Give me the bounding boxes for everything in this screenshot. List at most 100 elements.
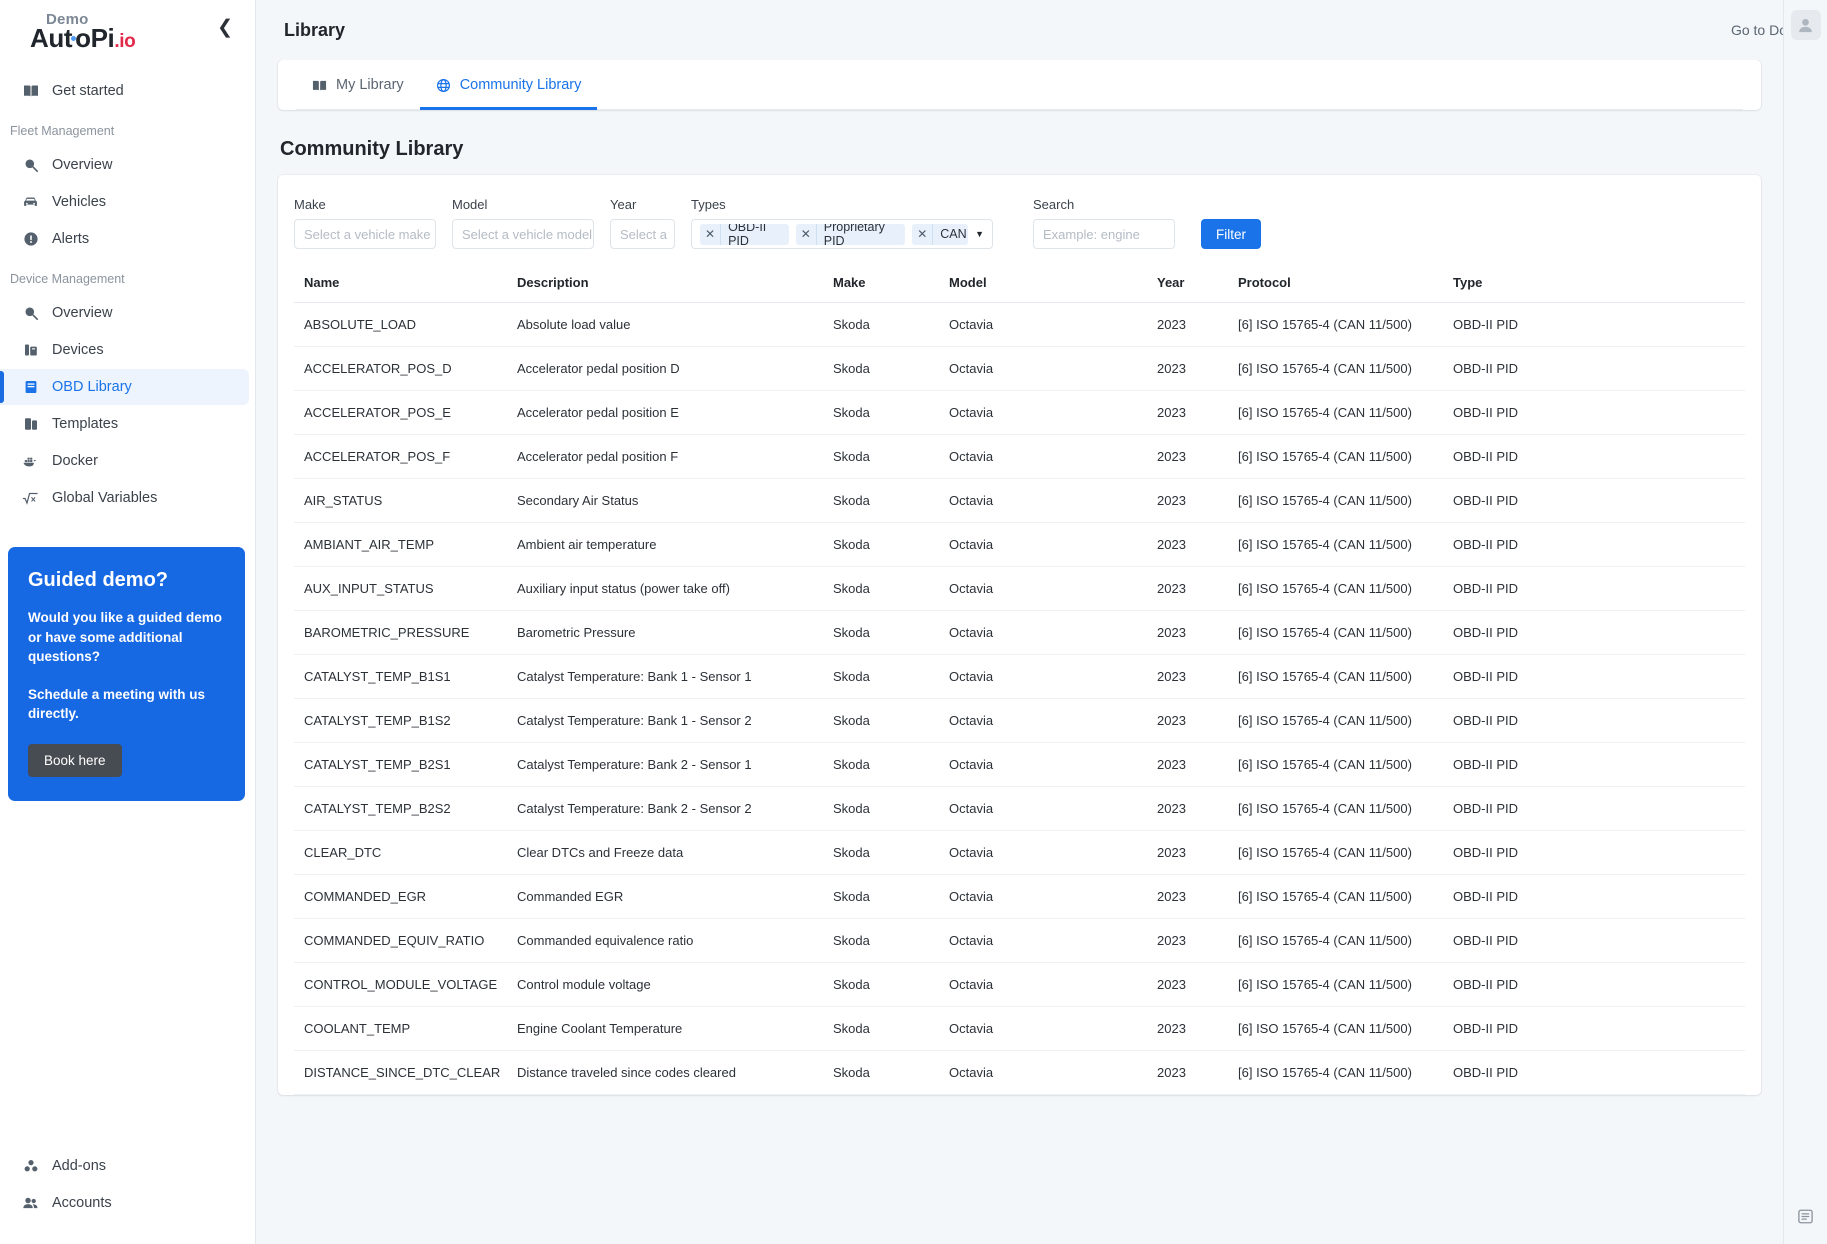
table-row[interactable]: AIR_STATUS Secondary Air Status Skoda Octav… xyxy=(294,478,1745,523)
table-row[interactable]: CATALYST_TEMP_B1S1 Catalyst Temperature: … xyxy=(294,654,1745,699)
type-tag[interactable]: ✕ OBD-II PID xyxy=(700,223,789,245)
cell-make: Skoda xyxy=(825,478,941,523)
cell-make: Skoda xyxy=(825,610,941,655)
close-icon[interactable]: ✕ xyxy=(700,223,722,245)
cell-description: Control module voltage xyxy=(509,962,825,1007)
tab-community-library[interactable]: Community Library xyxy=(419,60,598,110)
table-row[interactable]: CATALYST_TEMP_B2S2 Catalyst Temperature: … xyxy=(294,786,1745,831)
table-row[interactable]: CONTROL_MODULE_VOLTAGE Control module vol… xyxy=(294,962,1745,1007)
filter-bar: Make Select a vehicle make ▼ Model Selec… xyxy=(294,193,1745,265)
table-row[interactable]: ACCELERATOR_POS_F Accelerator pedal posit… xyxy=(294,434,1745,479)
cell-name: CATALYST_TEMP_B1S1 xyxy=(294,654,509,699)
book-here-button[interactable]: Book here xyxy=(28,743,122,777)
app-root: Demo Aut oPi.io ❮ Get started Fleet Manag… xyxy=(0,0,1827,1244)
sidebar-item-fleet-overview[interactable]: Overview xyxy=(0,147,249,183)
filter-button[interactable]: Filter xyxy=(1201,219,1261,249)
sidebar-item-accounts[interactable]: Accounts xyxy=(0,1185,249,1221)
device-icon xyxy=(22,342,39,359)
make-field: Make Select a vehicle make ▼ xyxy=(294,197,436,249)
cell-make: Skoda xyxy=(825,874,941,919)
cell-model: Octavia xyxy=(941,874,1149,919)
cell-name: CATALYST_TEMP_B1S2 xyxy=(294,698,509,743)
cell-model: Octavia xyxy=(941,610,1149,655)
cell-year: 2023 xyxy=(1149,786,1230,831)
column-header-type[interactable]: Type xyxy=(1445,265,1745,303)
cell-description: Clear DTCs and Freeze data xyxy=(509,830,825,875)
brand-logo[interactable]: Demo Aut oPi.io xyxy=(30,12,136,51)
column-header-year[interactable]: Year xyxy=(1149,265,1230,303)
chevron-down-icon: ▼ xyxy=(592,229,593,239)
chevron-left-icon[interactable]: ❮ xyxy=(213,12,237,43)
column-header-model[interactable]: Model xyxy=(941,265,1149,303)
cell-name: COMMANDED_EGR xyxy=(294,874,509,919)
cell-type: OBD-II PID xyxy=(1445,698,1745,743)
cell-name: CLEAR_DTC xyxy=(294,830,509,875)
table-row[interactable]: COMMANDED_EQUIV_RATIO Commanded equivalen… xyxy=(294,918,1745,963)
sidebar-bottom-nav: Add-ons Accounts xyxy=(0,1147,255,1244)
year-field: Year Select a ▼ xyxy=(610,197,675,249)
model-label: Model xyxy=(452,197,488,212)
book-blue-icon xyxy=(22,379,39,396)
cell-protocol: [6] ISO 15765-4 (CAN 11/500) xyxy=(1230,566,1445,611)
table-row[interactable]: CLEAR_DTC Clear DTCs and Freeze data Skoda… xyxy=(294,830,1745,875)
close-icon[interactable]: ✕ xyxy=(796,223,817,245)
sidebar-item-docker[interactable]: Docker xyxy=(0,443,249,479)
table-row[interactable]: BAROMETRIC_PRESSURE Barometric Pressure Sk… xyxy=(294,610,1745,655)
table-row[interactable]: CATALYST_TEMP_B1S2 Catalyst Temperature: … xyxy=(294,698,1745,743)
sqrt-x-icon xyxy=(22,490,39,507)
cell-name: CONTROL_MODULE_VOLTAGE xyxy=(294,962,509,1007)
table-row[interactable]: DISTANCE_SINCE_DTC_CLEAR Distance travele… xyxy=(294,1050,1745,1095)
search-input[interactable]: Example: engine xyxy=(1033,219,1175,249)
cell-make: Skoda xyxy=(825,522,941,567)
year-select[interactable]: Select a ▼ xyxy=(610,219,675,249)
sidebar-item-templates[interactable]: Templates xyxy=(0,406,249,442)
sidebar-item-device-overview[interactable]: Overview xyxy=(0,295,249,331)
type-tag[interactable]: ✕ CAN xyxy=(912,223,969,245)
avatar[interactable] xyxy=(1790,10,1821,40)
cell-description: Accelerator pedal position D xyxy=(509,346,825,391)
table-row[interactable]: COMMANDED_EGR Commanded EGR Skoda Octavia 20… xyxy=(294,874,1745,919)
table-row[interactable]: AUX_INPUT_STATUS Auxiliary input status (… xyxy=(294,566,1745,611)
list-icon[interactable] xyxy=(1797,1208,1814,1230)
table-row[interactable]: ACCELERATOR_POS_D Accelerator pedal posit… xyxy=(294,346,1745,391)
cell-year: 2023 xyxy=(1149,1050,1230,1095)
table-row[interactable]: CATALYST_TEMP_B2S1 Catalyst Temperature: … xyxy=(294,742,1745,787)
close-icon[interactable]: ✕ xyxy=(912,223,934,245)
cell-make: Skoda xyxy=(825,742,941,787)
column-header-name[interactable]: Name xyxy=(294,265,509,303)
column-header-description[interactable]: Description xyxy=(509,265,825,303)
cell-model: Octavia xyxy=(941,830,1149,875)
main-area: Library Go to Docs My Library Community … xyxy=(256,0,1827,1244)
cell-make: Skoda xyxy=(825,1050,941,1095)
table-row[interactable]: ABSOLUTE_LOAD Absolute load value Skoda Oct… xyxy=(294,302,1745,347)
cell-make: Skoda xyxy=(825,918,941,963)
model-select[interactable]: Select a vehicle model ▼ xyxy=(452,219,594,249)
sidebar-item-add-ons[interactable]: Add-ons xyxy=(0,1148,249,1184)
cell-make: Skoda xyxy=(825,962,941,1007)
sidebar-item-label: Add-ons xyxy=(52,1158,107,1174)
table-row[interactable]: AMBIANT_AIR_TEMP Ambient air temperature S… xyxy=(294,522,1745,567)
sidebar-item-obd-library[interactable]: OBD Library xyxy=(0,369,249,405)
sidebar-item-global-variables[interactable]: Global Variables xyxy=(0,480,249,516)
year-select-value: Select a xyxy=(620,226,667,242)
car-icon xyxy=(22,194,39,211)
sidebar-item-get-started[interactable]: Get started xyxy=(0,73,249,109)
guided-demo-body-2: Schedule a meeting with us directly. xyxy=(28,686,206,722)
type-tag[interactable]: ✕ Proprietary PID xyxy=(795,223,906,245)
cell-protocol: [6] ISO 15765-4 (CAN 11/500) xyxy=(1230,390,1445,435)
year-label: Year xyxy=(610,197,637,212)
column-header-make[interactable]: Make xyxy=(825,265,941,303)
cell-type: OBD-II PID xyxy=(1445,390,1745,435)
sidebar-item-vehicles[interactable]: Vehicles xyxy=(0,184,249,220)
chevron-down-icon[interactable]: ▼ xyxy=(975,229,984,239)
sidebar-item-devices[interactable]: Devices xyxy=(0,332,249,368)
cell-protocol: [6] ISO 15765-4 (CAN 11/500) xyxy=(1230,610,1445,655)
tab-my-library[interactable]: My Library xyxy=(296,60,420,110)
column-header-protocol[interactable]: Protocol xyxy=(1230,265,1445,303)
sidebar-item-alerts[interactable]: Alerts xyxy=(0,221,249,257)
make-select[interactable]: Select a vehicle make ▼ xyxy=(294,219,436,249)
types-multiselect[interactable]: ✕ OBD-II PID ✕ Proprietary PID ✕ CAN ▼ xyxy=(691,219,993,249)
cell-make: Skoda xyxy=(825,566,941,611)
table-row[interactable]: ACCELERATOR_POS_E Accelerator pedal posit… xyxy=(294,390,1745,435)
table-row[interactable]: COOLANT_TEMP Engine Coolant Temperature Sk… xyxy=(294,1006,1745,1051)
